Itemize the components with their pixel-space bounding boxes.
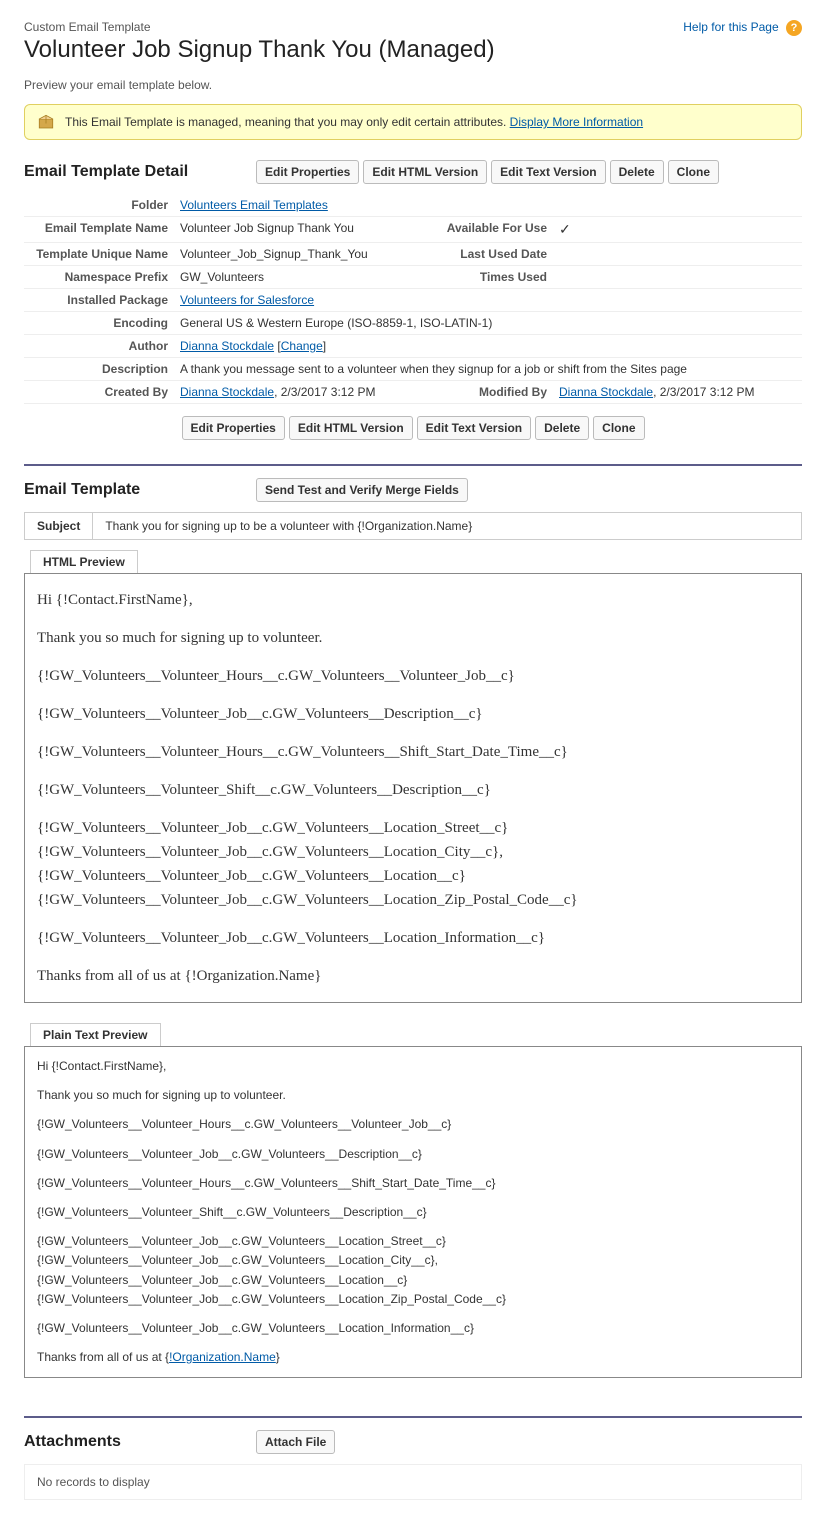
edit-html-button[interactable]: Edit HTML Version (363, 160, 487, 184)
package-link[interactable]: Volunteers for Salesforce (180, 293, 314, 307)
attach-file-button[interactable]: Attach File (256, 1430, 335, 1454)
delete-button[interactable]: Delete (610, 160, 664, 184)
package-label: Installed Package (24, 289, 174, 312)
times-used-value (553, 266, 802, 289)
html-line: Thank you so much for signing up to volu… (37, 626, 789, 650)
section-divider (24, 464, 802, 466)
plain-preview-tab[interactable]: Plain Text Preview (30, 1023, 161, 1046)
available-label: Available For Use (423, 217, 553, 243)
created-by-date: , 2/3/2017 3:12 PM (274, 385, 375, 399)
html-line: Hi {!Contact.FirstName}, (37, 588, 789, 612)
author-label: Author (24, 335, 174, 358)
page-header: Custom Email Template Volunteer Job Sign… (24, 20, 802, 64)
help-link[interactable]: Help for this Page ? (683, 20, 802, 36)
author-link[interactable]: Dianna Stockdale (180, 339, 274, 353)
author-change-link[interactable]: Change (281, 339, 323, 353)
name-label: Email Template Name (24, 217, 174, 243)
modified-by-label: Modified By (423, 381, 553, 404)
modified-by-link[interactable]: Dianna Stockdale (559, 385, 653, 399)
html-line: {!GW_Volunteers__Volunteer_Hours__c.GW_V… (37, 664, 789, 688)
unique-value: Volunteer_Job_Signup_Thank_You (174, 243, 423, 266)
plain-preview-box: Hi {!Contact.FirstName}, Thank you so mu… (24, 1046, 802, 1378)
no-records-text: No records to display (24, 1464, 802, 1500)
html-line: {!GW_Volunteers__Volunteer_Hours__c.GW_V… (37, 740, 789, 764)
send-test-button[interactable]: Send Test and Verify Merge Fields (256, 478, 468, 502)
org-name-link[interactable]: !Organization.Name (169, 1350, 276, 1364)
attachments-section-title: Attachments (24, 1433, 244, 1451)
html-line: {!GW_Volunteers__Volunteer_Job__c.GW_Vol… (37, 702, 789, 726)
encoding-label: Encoding (24, 312, 174, 335)
edit-properties-button-2[interactable]: Edit Properties (182, 416, 285, 440)
times-used-label: Times Used (423, 266, 553, 289)
created-by-link[interactable]: Dianna Stockdale (180, 385, 274, 399)
last-used-value (553, 243, 802, 266)
section-divider-2 (24, 1416, 802, 1418)
created-by-label: Created By (24, 381, 174, 404)
html-preview-box: Hi {!Contact.FirstName}, Thank you so mu… (24, 573, 802, 1003)
namespace-label: Namespace Prefix (24, 266, 174, 289)
help-text[interactable]: Help for this Page (683, 20, 778, 34)
template-section-title: Email Template (24, 481, 244, 499)
plain-line: {!GW_Volunteers__Volunteer_Hours__c.GW_V… (37, 1115, 789, 1134)
plain-line: Hi {!Contact.FirstName}, (37, 1057, 789, 1076)
description-label: Description (24, 358, 174, 381)
plain-line: {!GW_Volunteers__Volunteer_Job__c.GW_Vol… (37, 1145, 789, 1164)
html-preview-tab[interactable]: HTML Preview (30, 550, 138, 573)
edit-text-button[interactable]: Edit Text Version (491, 160, 605, 184)
clone-button[interactable]: Clone (668, 160, 719, 184)
subject-row: Subject Thank you for signing up to be a… (24, 512, 802, 540)
plain-line: {!GW_Volunteers__Volunteer_Job__c.GW_Vol… (37, 1232, 789, 1309)
html-line: {!GW_Volunteers__Volunteer_Shift__c.GW_V… (37, 778, 789, 802)
page-title: Volunteer Job Signup Thank You (Managed) (24, 36, 802, 64)
delete-button-2[interactable]: Delete (535, 416, 589, 440)
subject-label: Subject (25, 513, 93, 539)
plain-line: {!GW_Volunteers__Volunteer_Shift__c.GW_V… (37, 1203, 789, 1222)
html-line: {!GW_Volunteers__Volunteer_Job__c.GW_Vol… (37, 926, 789, 950)
edit-properties-button[interactable]: Edit Properties (256, 160, 359, 184)
name-value: Volunteer Job Signup Thank You (174, 217, 423, 243)
preview-subtitle: Preview your email template below. (24, 78, 802, 92)
help-icon[interactable]: ? (786, 20, 802, 36)
unique-label: Template Unique Name (24, 243, 174, 266)
namespace-value: GW_Volunteers (174, 266, 423, 289)
detail-button-row-bottom: Edit Properties Edit HTML Version Edit T… (24, 416, 802, 440)
plain-line: {!GW_Volunteers__Volunteer_Job__c.GW_Vol… (37, 1319, 789, 1338)
description-value: A thank you message sent to a volunteer … (174, 358, 802, 381)
edit-html-button-2[interactable]: Edit HTML Version (289, 416, 413, 440)
display-more-link[interactable]: Display More Information (510, 115, 643, 129)
html-line: Thanks from all of us at {!Organization.… (37, 964, 789, 988)
plain-line: Thank you so much for signing up to volu… (37, 1086, 789, 1105)
html-line: {!GW_Volunteers__Volunteer_Job__c.GW_Vol… (37, 816, 789, 912)
managed-info-box: This Email Template is managed, meaning … (24, 104, 802, 140)
info-message: This Email Template is managed, meaning … (65, 115, 510, 129)
plain-line: {!GW_Volunteers__Volunteer_Hours__c.GW_V… (37, 1174, 789, 1193)
available-check-icon: ✓ (559, 221, 571, 237)
package-icon (37, 113, 55, 131)
plain-line: Thanks from all of us at {!Organization.… (37, 1348, 789, 1367)
last-used-label: Last Used Date (423, 243, 553, 266)
modified-by-date: , 2/3/2017 3:12 PM (653, 385, 754, 399)
folder-label: Folder (24, 194, 174, 217)
subject-value: Thank you for signing up to be a volunte… (93, 513, 484, 539)
detail-table: Folder Volunteers Email Templates Email … (24, 194, 802, 404)
detail-button-row: Edit Properties Edit HTML Version Edit T… (256, 160, 719, 184)
edit-text-button-2[interactable]: Edit Text Version (417, 416, 531, 440)
folder-link[interactable]: Volunteers Email Templates (180, 198, 328, 212)
encoding-value: General US & Western Europe (ISO-8859-1,… (174, 312, 802, 335)
detail-section-title: Email Template Detail (24, 163, 244, 181)
clone-button-2[interactable]: Clone (593, 416, 644, 440)
